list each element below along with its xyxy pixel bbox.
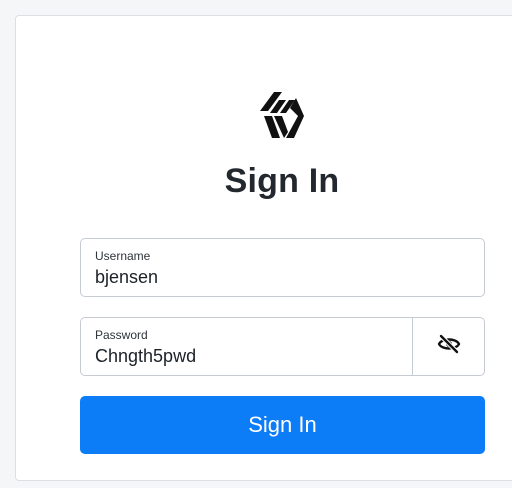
eye-slash-icon (437, 333, 461, 359)
username-label: Username (95, 249, 151, 263)
username-field[interactable]: Username bjensen (80, 238, 485, 297)
password-input[interactable]: Chngth5pwd (95, 346, 196, 367)
page-title: Sign In (224, 162, 340, 200)
username-input[interactable]: bjensen (95, 267, 158, 288)
sign-in-button[interactable]: Sign In (80, 396, 485, 454)
brand-logo-icon (256, 86, 308, 142)
login-card: Sign In Username bjensen Password Chngth… (15, 15, 512, 481)
toggle-password-visibility-button[interactable] (413, 318, 484, 375)
password-field[interactable]: Password Chngth5pwd (80, 317, 485, 376)
password-label: Password (95, 328, 148, 342)
